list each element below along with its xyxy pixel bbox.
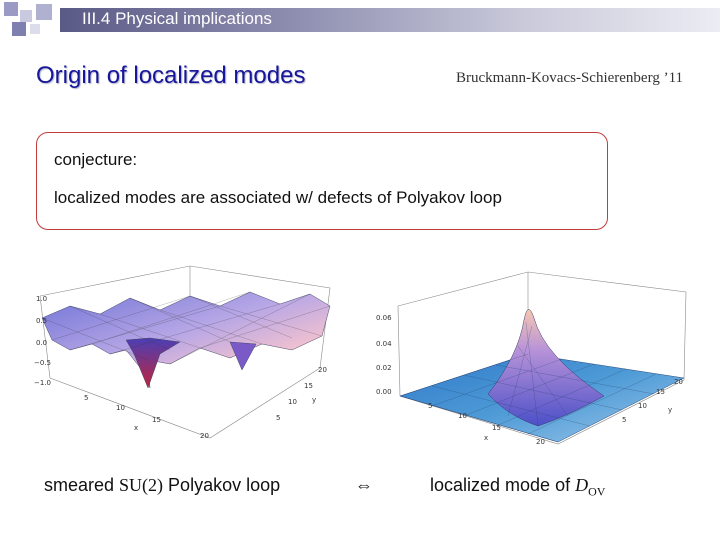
- right-x-label: x: [484, 434, 488, 442]
- left-x-tick: 5: [84, 394, 88, 402]
- left-x-tick: 15: [152, 416, 161, 424]
- left-surface: [41, 291, 331, 389]
- left-x-tick: 10: [116, 404, 125, 412]
- right-y-tick: 10: [638, 402, 647, 410]
- left-y-tick: 10: [288, 398, 297, 406]
- right-x-tick: 10: [458, 412, 467, 420]
- left-z-tick: −1.0: [34, 379, 51, 387]
- conjecture-box: [36, 132, 608, 230]
- right-z-tick: 0.00: [376, 388, 392, 396]
- right-y-label: y: [668, 406, 672, 414]
- right-x-tick: 20: [536, 438, 545, 446]
- left-caption-post: Polyakov loop: [163, 475, 281, 495]
- right-caption-pre: localized mode of: [430, 475, 576, 495]
- header-bar: III.4 Physical implications: [0, 0, 720, 40]
- slide-title: Origin of localized modes: [36, 62, 306, 89]
- header-decoration-square: [20, 10, 32, 22]
- right-y-tick: 20: [674, 378, 683, 386]
- section-title: III.4 Physical implications: [82, 9, 272, 28]
- left-z-tick: 1.0: [36, 295, 47, 303]
- left-y-label: y: [312, 396, 316, 404]
- left-z-tick: 0.0: [36, 339, 47, 347]
- right-x-tick: 5: [428, 402, 432, 410]
- left-x-tick: 20: [200, 432, 209, 440]
- header-decoration-square: [30, 24, 40, 34]
- equivalence-arrow: ⇔: [355, 475, 373, 495]
- right-z-tick: 0.02: [376, 364, 392, 372]
- right-x-tick: 15: [492, 424, 501, 432]
- left-z-tick: 0.5: [36, 317, 47, 325]
- left-y-tick: 5: [276, 414, 280, 422]
- right-caption: localized mode of DOV: [430, 475, 605, 500]
- polyakov-loop-plot: 1.0 0.5 0.0 −0.5 −1.0 5 10 15 20 x 5 10 …: [34, 265, 331, 440]
- left-caption-pre: smeared: [44, 475, 120, 495]
- right-caption-subscript: OV: [588, 484, 606, 499]
- right-caption-math: D: [575, 475, 589, 495]
- right-z-tick: 0.04: [376, 340, 392, 348]
- right-z-tick: 0.06: [376, 314, 392, 322]
- left-caption-math: SU(2): [119, 475, 164, 495]
- header-decoration-square: [12, 22, 26, 36]
- right-y-tick: 5: [622, 416, 626, 424]
- left-z-tick: −0.5: [34, 359, 51, 367]
- conjecture-label: conjecture:: [54, 150, 138, 169]
- left-caption: smeared SU(2) Polyakov loop: [44, 475, 280, 496]
- right-y-tick: 15: [656, 388, 665, 396]
- conjecture-text: localized modes are associated w/ defect…: [54, 188, 502, 207]
- citation: Bruckmann-Kovacs-Schierenberg ’11: [456, 70, 684, 86]
- left-y-tick: 15: [304, 382, 313, 390]
- left-y-tick: 20: [318, 366, 327, 374]
- left-x-label: x: [134, 424, 138, 432]
- header-decoration-square: [36, 4, 52, 20]
- localized-mode-plot: 0.06 0.04 0.02 0.00 5 10 15 20 x 5 10 15…: [376, 271, 687, 446]
- header-decoration-square: [4, 2, 18, 16]
